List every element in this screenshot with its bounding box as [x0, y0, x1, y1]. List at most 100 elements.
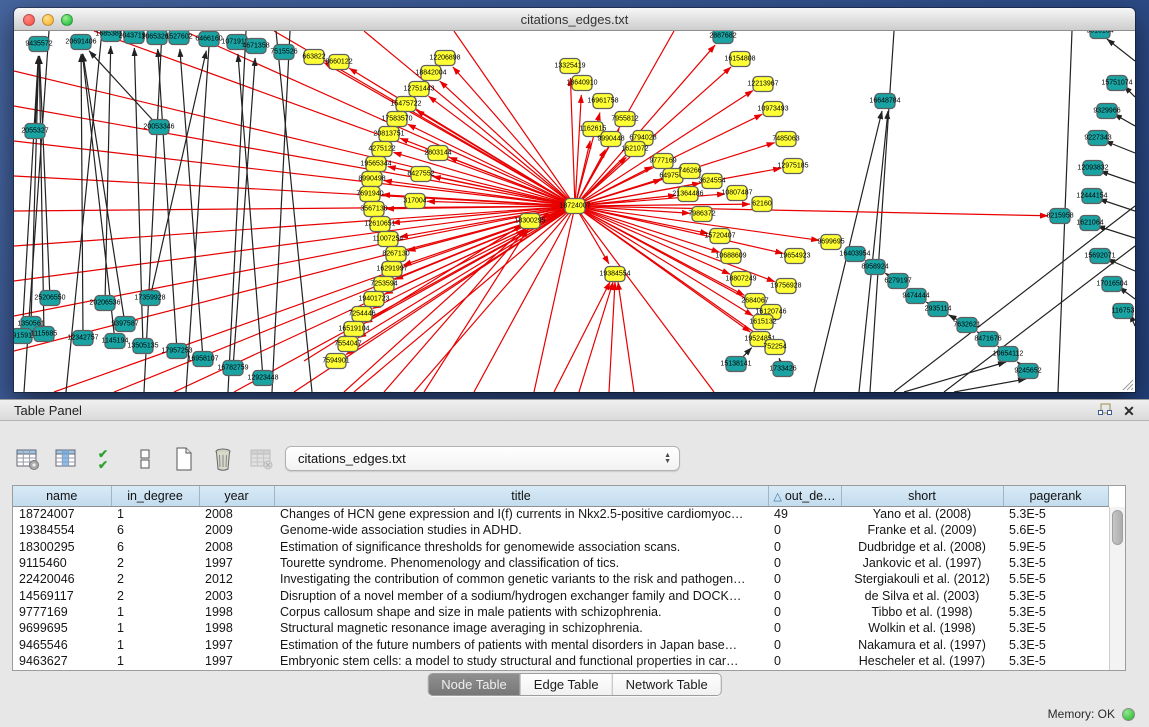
- network-window[interactable]: citations_edges.txt 18724007122068981884…: [14, 8, 1135, 392]
- network-canvas[interactable]: 1872400712206898188420041275144315475722…: [14, 31, 1135, 392]
- graph-node[interactable]: 8267130: [382, 247, 409, 262]
- graph-node[interactable]: 9474444: [902, 289, 929, 304]
- table-selector[interactable]: citations_edges.txt ▲▼: [285, 446, 680, 471]
- graph-node[interactable]: 25206550: [34, 291, 65, 306]
- graph-node[interactable]: 7254446: [348, 307, 375, 322]
- graph-node[interactable]: 4671358: [242, 39, 269, 54]
- graph-node[interactable]: 116753: [1112, 304, 1135, 319]
- graph-node[interactable]: 10807487: [721, 186, 752, 201]
- graph-node[interactable]: 15751074: [1101, 76, 1132, 91]
- graph-node[interactable]: 12093832: [1077, 161, 1108, 176]
- graph-node[interactable]: 8958924: [861, 260, 888, 275]
- graph-node[interactable]: 1621064: [1076, 216, 1103, 231]
- graph-node[interactable]: 9699695: [817, 235, 844, 250]
- graph-node[interactable]: 8215958: [1046, 209, 1073, 224]
- graph-node[interactable]: 12751443: [403, 82, 434, 97]
- graph-node[interactable]: 8427552: [407, 167, 434, 182]
- float-panel-icon[interactable]: [1095, 402, 1115, 420]
- network-window-titlebar[interactable]: citations_edges.txt: [14, 8, 1135, 31]
- graph-node[interactable]: 19756928: [770, 279, 801, 294]
- graph-node[interactable]: 12923448: [247, 371, 278, 386]
- graph-node[interactable]: 17359928: [134, 291, 165, 306]
- graph-node[interactable]: 15138141: [720, 357, 751, 372]
- column-header[interactable]: year: [199, 486, 274, 506]
- graph-node[interactable]: 9329966: [1093, 104, 1120, 119]
- graph-node[interactable]: 7632621: [953, 318, 980, 333]
- resize-grip-icon[interactable]: [1120, 377, 1134, 391]
- new-document-icon[interactable]: [170, 445, 198, 473]
- column-header[interactable]: title: [274, 486, 768, 506]
- table-row[interactable]: 1872400712008Changes of HCN gene express…: [13, 506, 1108, 522]
- graph-node[interactable]: 7691940: [356, 187, 383, 202]
- graph-node[interactable]: 7986372: [688, 207, 715, 222]
- column-select-icon[interactable]: [53, 445, 81, 473]
- rows-icon[interactable]: [131, 445, 159, 473]
- graph-node[interactable]: 9397587: [111, 317, 138, 332]
- table-row[interactable]: 977716911998Corpus callosum shape and si…: [13, 604, 1108, 620]
- graph-node[interactable]: 1733426: [769, 362, 796, 377]
- graph-node[interactable]: 20206536: [89, 296, 120, 311]
- table-scrollbar-thumb[interactable]: [1112, 510, 1123, 545]
- graph-node[interactable]: 746266: [678, 164, 701, 179]
- graph-node[interactable]: 1615132: [749, 315, 776, 330]
- graph-node[interactable]: 1115685: [31, 327, 57, 342]
- graph-node[interactable]: 12444154: [1076, 189, 1107, 204]
- graph-node[interactable]: 20813751: [373, 127, 404, 142]
- close-panel-icon[interactable]: ✕: [1119, 402, 1139, 420]
- column-header[interactable]: short: [841, 486, 1003, 506]
- graph-node[interactable]: 3567130: [360, 202, 387, 217]
- graph-node[interactable]: 6466160: [195, 32, 222, 47]
- graph-node[interactable]: 6279197: [884, 274, 911, 289]
- table-row[interactable]: 969969511998Structural magnetic resonanc…: [13, 620, 1108, 636]
- column-header[interactable]: △out_de…: [768, 486, 841, 506]
- graph-node[interactable]: 9245652: [1014, 364, 1041, 379]
- graph-node[interactable]: 317004: [403, 194, 426, 209]
- graph-node[interactable]: 16961758: [587, 94, 618, 109]
- graph-node[interactable]: 19565344: [360, 157, 391, 172]
- graph-node[interactable]: 2055327: [21, 124, 48, 139]
- graph-node[interactable]: 16782759: [217, 361, 248, 376]
- graph-node[interactable]: 8660122: [325, 55, 352, 70]
- graph-node[interactable]: 663822: [302, 50, 325, 65]
- graph-node[interactable]: 21364486: [672, 187, 703, 202]
- graph-node[interactable]: 9990448: [597, 132, 624, 147]
- graph-node[interactable]: 12206898: [429, 51, 460, 66]
- table-row[interactable]: 2242004622012Investigating the contribut…: [13, 571, 1108, 587]
- graph-node[interactable]: 12213967: [747, 77, 778, 92]
- table-row[interactable]: 946554611997Estimation of the future num…: [13, 636, 1108, 652]
- graph-node[interactable]: 19654923: [779, 249, 810, 264]
- graph-node[interactable]: 8990498: [358, 172, 385, 187]
- tab-network-table[interactable]: Network Table: [612, 674, 721, 695]
- graph-node[interactable]: 16403954: [839, 247, 870, 262]
- column-header[interactable]: in_degree: [111, 486, 199, 506]
- table-row[interactable]: 1830029562008Estimation of significance …: [13, 539, 1108, 555]
- graph-node[interactable]: 9510134: [1086, 31, 1113, 39]
- graph-node[interactable]: 9435572: [25, 37, 52, 52]
- graph-node[interactable]: 16648784: [869, 94, 900, 109]
- table-row[interactable]: 1456911722003Disruption of a novel membe…: [13, 587, 1108, 603]
- graph-node[interactable]: 1621072: [621, 142, 648, 157]
- graph-node[interactable]: 16291997: [376, 262, 407, 277]
- graph-node[interactable]: 13505135: [127, 339, 158, 354]
- graph-node[interactable]: 1145194: [102, 334, 129, 349]
- graph-node[interactable]: 7955812: [611, 112, 638, 127]
- graph-node[interactable]: 7515526: [270, 45, 297, 60]
- graph-node[interactable]: 7594901: [322, 354, 349, 369]
- table-scrollbar[interactable]: [1109, 507, 1125, 670]
- graph-node[interactable]: 752254: [763, 340, 786, 355]
- column-header[interactable]: name: [13, 486, 111, 506]
- graph-node[interactable]: 13325419: [554, 59, 585, 74]
- graph-node[interactable]: 12975185: [777, 159, 808, 174]
- graph-node[interactable]: 20053346: [143, 120, 174, 135]
- graph-node[interactable]: 7485063: [772, 132, 799, 147]
- column-header[interactable]: pagerank: [1003, 486, 1108, 506]
- graph-node[interactable]: 2935114: [925, 302, 952, 317]
- graph-node[interactable]: 62160: [752, 197, 772, 212]
- graph-node[interactable]: 4275122: [368, 142, 395, 157]
- graph-node[interactable]: 9777169: [649, 154, 676, 169]
- table-row[interactable]: 1938455462009Genome-wide association stu…: [13, 522, 1108, 538]
- graph-node[interactable]: 10654112: [993, 347, 1024, 362]
- tab-node-table[interactable]: Node Table: [428, 674, 520, 695]
- delete-trash-icon[interactable]: [209, 445, 237, 473]
- tab-edge-table[interactable]: Edge Table: [520, 674, 612, 695]
